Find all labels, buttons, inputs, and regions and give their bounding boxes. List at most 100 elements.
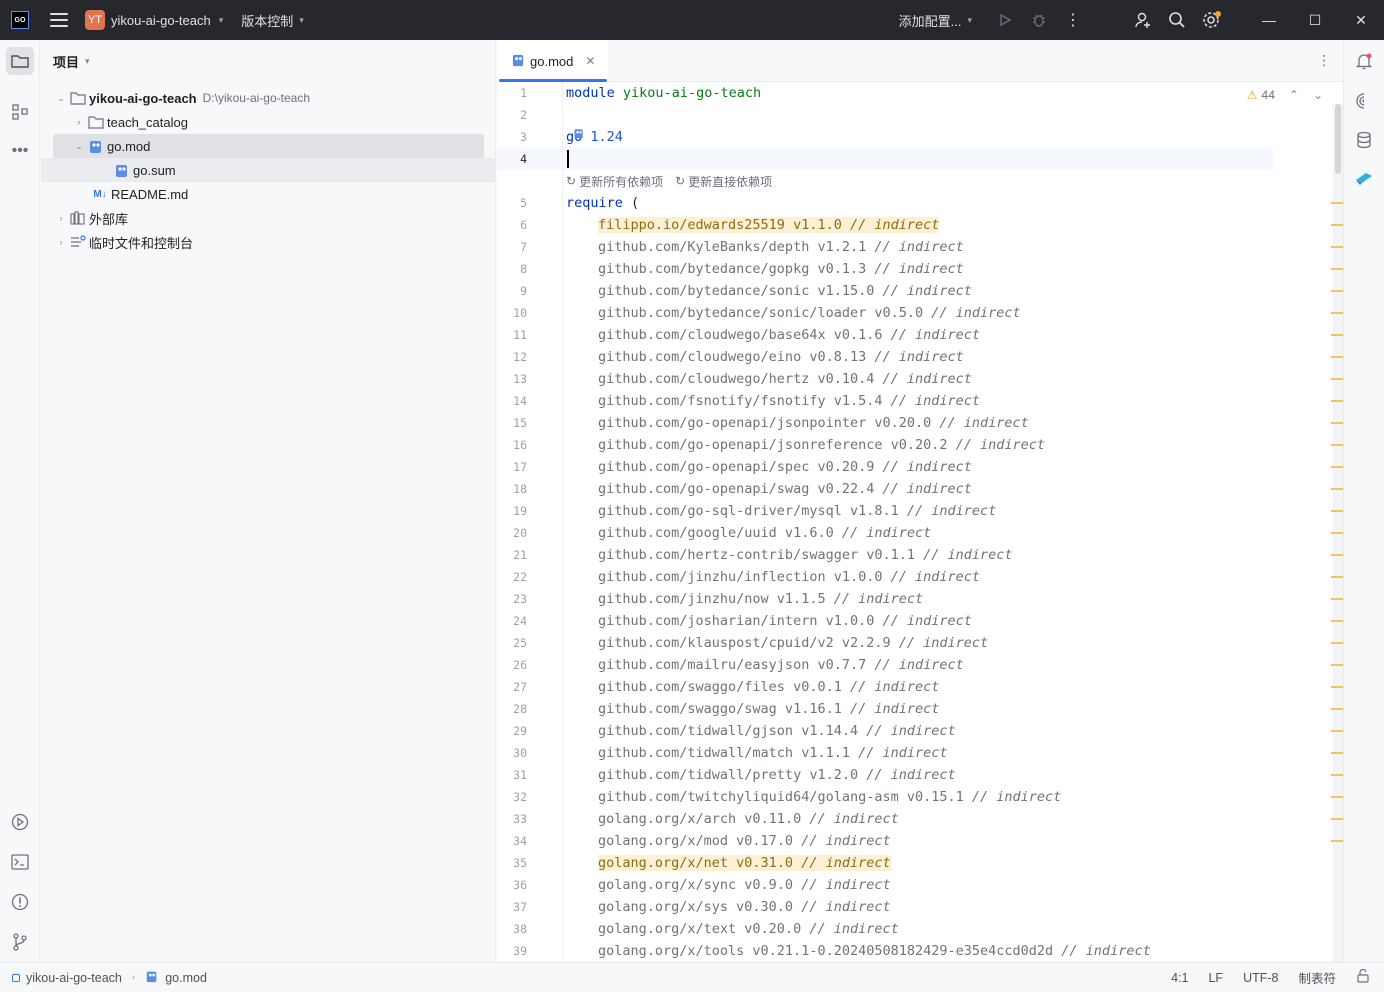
- warning-marker[interactable]: [1331, 532, 1343, 534]
- warning-marker[interactable]: [1331, 796, 1343, 798]
- vcs-menu[interactable]: 版本控制 ▾: [241, 11, 304, 30]
- unlock-icon[interactable]: [1356, 968, 1370, 986]
- indent-setting[interactable]: 制表符: [1298, 968, 1336, 987]
- warning-marker[interactable]: [1331, 686, 1343, 688]
- tab-go-mod[interactable]: go.mod ✕: [497, 40, 608, 82]
- more-vertical-icon[interactable]: ⋮: [1317, 52, 1331, 69]
- copilot-icon[interactable]: [1352, 166, 1376, 190]
- dependency-module: github.com/go-sql-driver/mysql v1.8.1: [598, 503, 899, 519]
- chevron-down-icon[interactable]: ⌄: [1313, 88, 1323, 102]
- more-vertical-icon[interactable]: ⋮: [1056, 3, 1090, 37]
- maximize-button[interactable]: ☐: [1292, 0, 1338, 40]
- warning-marker[interactable]: [1331, 246, 1343, 248]
- update-all-deps-action[interactable]: ↻ 更新所有依赖项: [566, 173, 663, 190]
- dependency-text: github.com/cloudwego/eino v0.8.13 // ind…: [598, 349, 964, 365]
- warning-marker[interactable]: [1331, 774, 1343, 776]
- comment-indirect: // indirect: [801, 899, 891, 915]
- structure-icon[interactable]: [6, 98, 34, 126]
- tree-item-readme[interactable]: M↓ README.md: [91, 182, 188, 206]
- dependency-line: github.com/fsnotify/fsnotify v1.5.4 // i…: [598, 390, 980, 412]
- line-separator[interactable]: LF: [1208, 971, 1223, 985]
- search-icon[interactable]: [1160, 3, 1194, 37]
- warning-marker[interactable]: [1331, 334, 1343, 336]
- dependency-line: github.com/go-openapi/jsonreference v0.2…: [598, 434, 1045, 456]
- close-button[interactable]: ✕: [1338, 0, 1384, 40]
- warning-marker[interactable]: [1331, 598, 1343, 600]
- main-menu-icon[interactable]: [50, 13, 68, 27]
- warning-marker[interactable]: [1331, 620, 1343, 622]
- comment-indirect: // indirect: [874, 261, 964, 277]
- dependency-module: github.com/google/uuid v1.6.0: [598, 525, 834, 541]
- warning-marker[interactable]: [1331, 312, 1343, 314]
- title-bar: GO YT yikou-ai-go-teach ▾ 版本控制 ▾ 添加配置...…: [0, 0, 1384, 40]
- project-folder-icon[interactable]: [6, 47, 34, 75]
- breadcrumb-file[interactable]: go.mod: [165, 971, 207, 985]
- file-encoding[interactable]: UTF-8: [1243, 971, 1278, 985]
- run-config-selector[interactable]: 添加配置... ▾: [899, 11, 972, 30]
- code-line-require: require (: [566, 192, 639, 214]
- warning-marker[interactable]: [1331, 576, 1343, 578]
- problems-icon[interactable]: [6, 888, 34, 916]
- dependency-actions: ↻ 更新所有依赖项 ↻ 更新直接依赖项: [566, 170, 772, 192]
- git-branch-icon[interactable]: [6, 928, 34, 956]
- warning-marker[interactable]: [1331, 422, 1343, 424]
- warning-marker[interactable]: [1331, 510, 1343, 512]
- dependency-text: github.com/cloudwego/hertz v0.10.4 // in…: [598, 371, 972, 387]
- warning-marker[interactable]: [1331, 708, 1343, 710]
- warning-marker[interactable]: [1331, 224, 1343, 226]
- minimize-button[interactable]: —: [1246, 0, 1292, 40]
- dependency-module: github.com/hertz-contrib/swagger v0.1.1: [598, 547, 915, 563]
- tree-item-go-sum[interactable]: go.sum: [41, 158, 496, 182]
- inspection-widget[interactable]: ⚠ 44 ⌃ ⌄: [1247, 88, 1323, 102]
- run-tool-icon[interactable]: [6, 808, 34, 836]
- warning-marker[interactable]: [1331, 466, 1343, 468]
- run-icon[interactable]: [988, 3, 1022, 37]
- warning-marker[interactable]: [1331, 268, 1343, 270]
- debug-icon[interactable]: [1022, 3, 1056, 37]
- warning-marker[interactable]: [1331, 752, 1343, 754]
- tree-root[interactable]: ⌄ yikou-ai-go-teach D:\yikou-ai-go-teach: [53, 86, 310, 110]
- project-panel-header[interactable]: 项目 ▾: [41, 40, 495, 82]
- caret-position[interactable]: 4:1: [1171, 971, 1188, 985]
- notifications-icon[interactable]: [1352, 49, 1376, 73]
- scrollbar-thumb[interactable]: [1335, 104, 1341, 174]
- tree-item-teach-catalog[interactable]: › teach_catalog: [71, 110, 188, 134]
- line-number: 17: [513, 460, 527, 474]
- tree-item-label: README.md: [111, 186, 189, 202]
- warning-marker[interactable]: [1331, 356, 1343, 358]
- code-text-area[interactable]: module yikou-ai-go-teach go 1.24 require…: [566, 82, 1326, 962]
- project-selector[interactable]: YT yikou-ai-go-teach ▾: [79, 6, 229, 34]
- warning-marker[interactable]: [1331, 378, 1343, 380]
- tree-item-go-mod[interactable]: ⌄ go.mod: [53, 134, 484, 158]
- line-number: 11: [513, 328, 527, 342]
- line-number: 14: [513, 394, 527, 408]
- ai-assistant-icon[interactable]: [1352, 89, 1376, 113]
- settings-gear-icon[interactable]: [1194, 3, 1228, 37]
- breadcrumb-project[interactable]: yikou-ai-go-teach: [26, 971, 122, 985]
- chevron-up-icon[interactable]: ⌃: [1289, 88, 1299, 102]
- terminal-icon[interactable]: [6, 848, 34, 876]
- refresh-icon: ↻: [566, 174, 577, 188]
- more-tools-icon[interactable]: •••: [6, 137, 34, 165]
- database-icon[interactable]: [1352, 128, 1376, 152]
- warning-marker[interactable]: [1331, 554, 1343, 556]
- tree-item-scratches[interactable]: › 临时文件和控制台: [53, 230, 193, 254]
- warning-marker[interactable]: [1331, 488, 1343, 490]
- gopher-gutter-icon[interactable]: [573, 126, 585, 143]
- warning-marker[interactable]: [1331, 730, 1343, 732]
- warning-marker[interactable]: [1331, 664, 1343, 666]
- update-direct-deps-action[interactable]: ↻ 更新直接依赖项: [675, 173, 772, 190]
- tree-item-external-libs[interactable]: › 外部库: [53, 206, 128, 230]
- editor-scrollbar[interactable]: [1331, 104, 1343, 962]
- editor-tabs: go.mod ✕ ⋮: [497, 40, 1343, 82]
- warning-marker[interactable]: [1331, 840, 1343, 842]
- close-tab-icon[interactable]: ✕: [585, 54, 595, 68]
- warning-marker[interactable]: [1331, 202, 1343, 204]
- warning-marker[interactable]: [1331, 642, 1343, 644]
- dependency-line: github.com/swaggo/swag v1.16.1 // indire…: [598, 698, 939, 720]
- warning-marker[interactable]: [1331, 444, 1343, 446]
- warning-marker[interactable]: [1331, 400, 1343, 402]
- warning-marker[interactable]: [1331, 818, 1343, 820]
- warning-marker[interactable]: [1331, 290, 1343, 292]
- add-user-icon[interactable]: [1126, 3, 1160, 37]
